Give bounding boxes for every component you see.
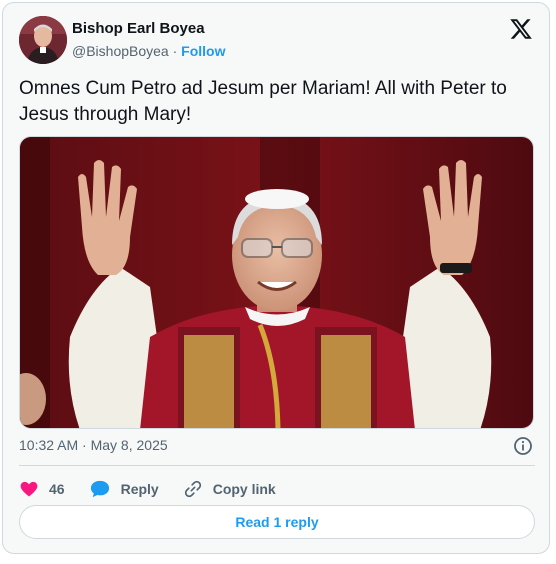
x-logo-icon[interactable] [509, 17, 533, 41]
tweet-photo[interactable] [19, 136, 534, 429]
reply-label: Reply [120, 481, 159, 497]
action-bar: 46 Reply Copy link [19, 477, 300, 501]
tweet-text: Omnes Cum Petro ad Jesum per Mariam! All… [19, 78, 507, 125]
tweet-card: Bishop Earl Boyea @BishopBoyea · Follow … [2, 2, 550, 554]
copy-link-button[interactable]: Copy link [183, 479, 276, 499]
read-replies-button[interactable]: Read 1 reply [19, 505, 535, 539]
author-name[interactable]: Bishop Earl Boyea [72, 20, 205, 37]
reply-button[interactable]: Reply [89, 479, 159, 499]
avatar[interactable] [19, 16, 67, 64]
copy-link-label: Copy link [212, 481, 276, 497]
like-count: 46 [49, 481, 65, 497]
divider [19, 465, 535, 466]
author-handle-row: @BishopBoyea · Follow [72, 43, 226, 59]
author-handle[interactable]: @BishopBoyea [72, 43, 169, 59]
tweet-timestamp[interactable]: 10:32 AM · May 8, 2025 [19, 437, 168, 453]
link-icon [184, 480, 201, 498]
info-icon[interactable] [513, 436, 533, 456]
reply-bubble-icon [90, 480, 109, 498]
separator: · [172, 43, 178, 59]
follow-button[interactable]: Follow [181, 43, 225, 59]
like-button[interactable]: 46 [19, 479, 65, 499]
heart-icon [20, 481, 38, 497]
